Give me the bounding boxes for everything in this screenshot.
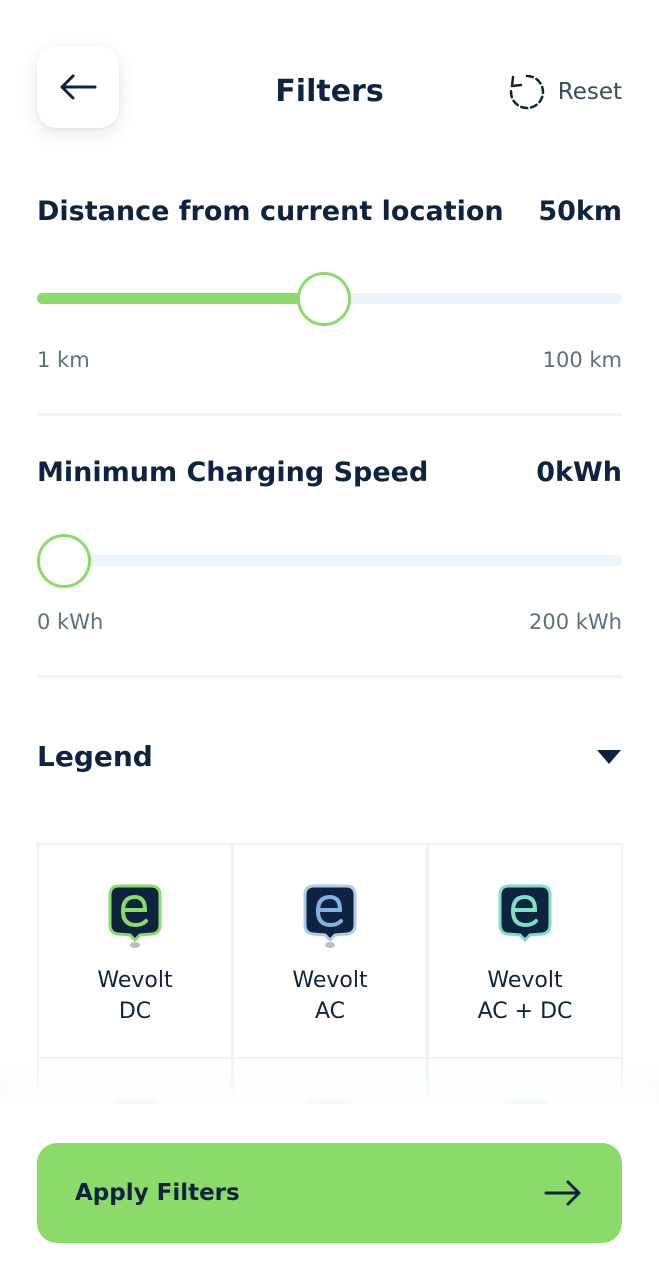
apply-filters-label: Apply Filters [75, 1180, 240, 1206]
legend-item-line1: Wevolt [97, 968, 173, 993]
reset-icon [509, 74, 544, 110]
arrow-right-icon [544, 1180, 581, 1206]
legend-title: Legend [37, 740, 153, 773]
divider [37, 675, 622, 678]
reset-button[interactable]: Reset [508, 70, 622, 114]
legend-item-line2: DC [118, 999, 152, 1024]
speed-filter-title: Minimum Charging Speed [37, 457, 429, 488]
distance-max-label: 100 km [542, 348, 622, 372]
distance-min-label: 1 km [37, 348, 90, 372]
wevolt-ac-pin-icon [303, 884, 357, 948]
distance-range-labels: 1 km 100 km [37, 348, 622, 372]
distance-filter-title: Distance from current location [37, 196, 504, 227]
reset-label: Reset [557, 79, 622, 105]
legend-toggle[interactable]: Legend [37, 740, 622, 773]
legend-item: Wevolt DC [37, 843, 233, 1059]
speed-slider[interactable] [37, 533, 622, 588]
legend-item: Wevolt AC [232, 843, 428, 1059]
speed-range-labels: 0 kWh 200 kWh [37, 610, 622, 634]
divider [37, 413, 622, 416]
scroll-fade [0, 1060, 659, 1106]
legend-item-line1: Wevolt [487, 968, 563, 993]
distance-slider-fill [37, 293, 325, 304]
speed-slider-thumb[interactable] [37, 533, 91, 588]
legend-item-line1: Wevolt [292, 968, 368, 993]
legend-item-line2: AC [314, 999, 346, 1024]
legend-item: Wevolt AC + DC [427, 843, 623, 1059]
speed-filter-value: 0kWh [536, 457, 622, 488]
speed-max-label: 200 kWh [529, 610, 622, 634]
distance-filter-header: Distance from current location 50km [37, 196, 622, 227]
distance-slider-thumb[interactable] [297, 271, 352, 326]
speed-filter-header: Minimum Charging Speed 0kWh [37, 457, 622, 488]
legend-item-line2: AC + DC [477, 999, 573, 1024]
wevolt-acdc-pin-icon [498, 884, 552, 943]
distance-filter-value: 50km [538, 196, 622, 227]
wevolt-dc-pin-icon [108, 884, 162, 948]
distance-slider[interactable] [37, 271, 622, 326]
caret-down-icon [597, 749, 621, 764]
apply-filters-button[interactable]: Apply Filters [37, 1143, 622, 1243]
speed-min-label: 0 kWh [37, 610, 104, 634]
